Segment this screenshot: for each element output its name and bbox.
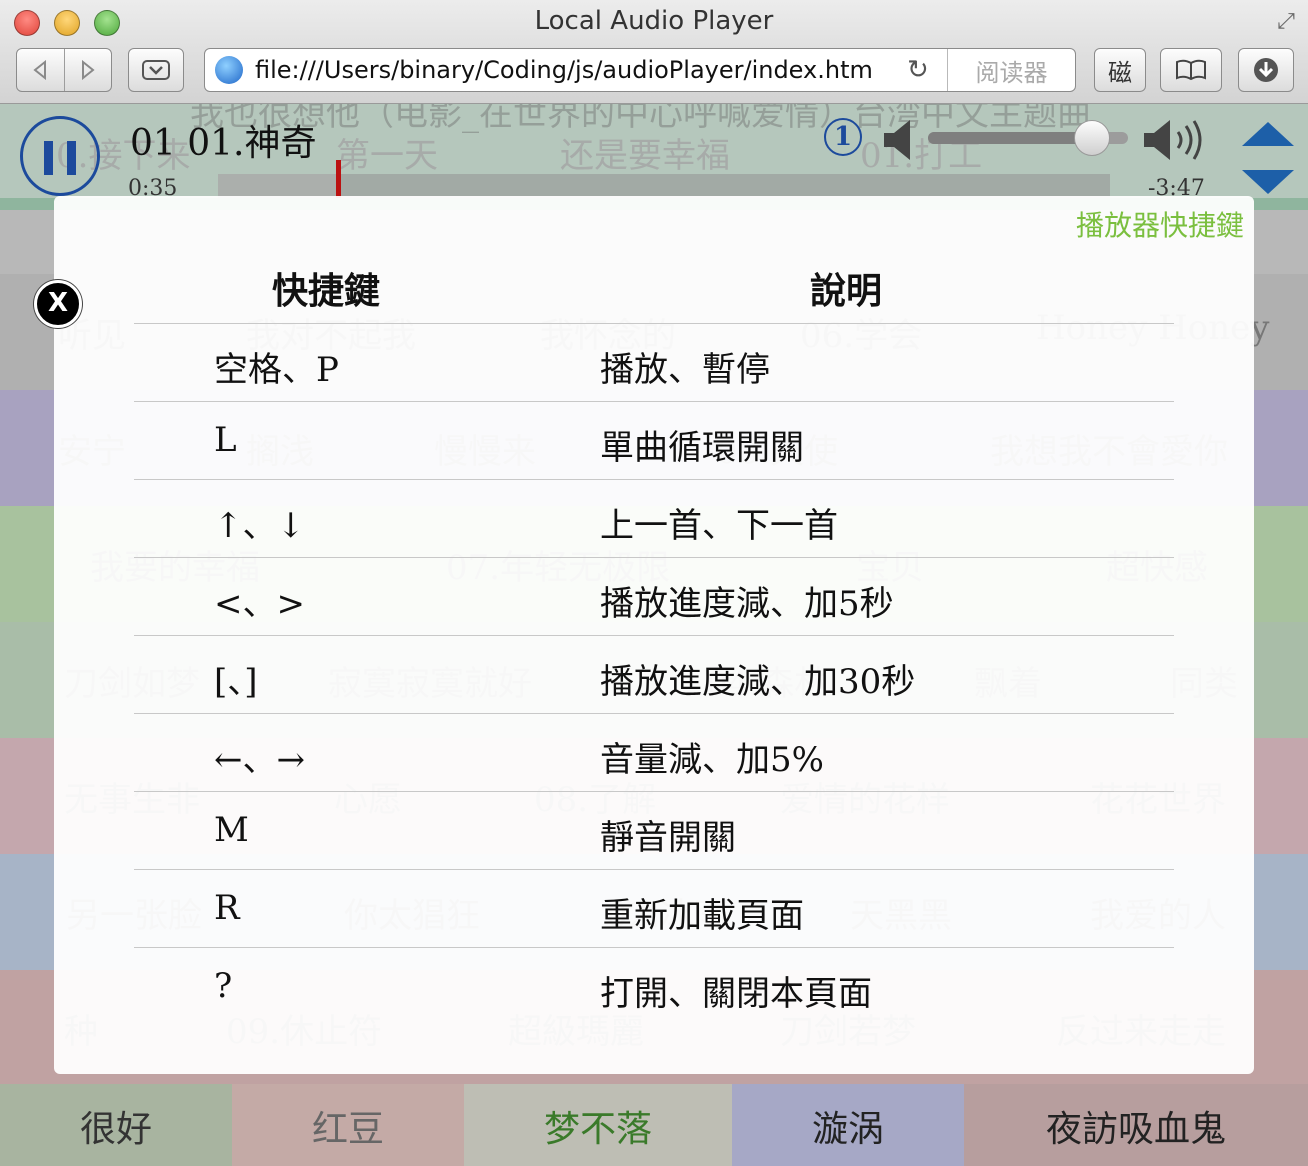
chevron-left-icon [33, 60, 47, 80]
pause-icon-bar [67, 141, 76, 175]
globe-icon [215, 56, 243, 84]
pause-button[interactable] [20, 116, 100, 196]
shortcut-description: 播放進度減、加30秒 [600, 662, 916, 702]
volume-knob[interactable] [1074, 120, 1110, 156]
shortcut-key: ↑、↓ [214, 506, 305, 546]
loop-one-toggle[interactable]: 1 [824, 118, 862, 156]
previous-track-arrow-icon[interactable] [1242, 122, 1294, 146]
shortcut-row: R 重新加載頁面 [134, 870, 1174, 948]
shortcut-row: ? 打開、關閉本頁面 [134, 948, 1174, 1026]
book-icon [1176, 59, 1206, 81]
song-tile[interactable]: 漩涡 [732, 1084, 964, 1166]
window-title: Local Audio Player [534, 6, 774, 36]
song-tile[interactable]: 红豆 [232, 1084, 464, 1166]
track-title: 01 01.神奇 [130, 123, 317, 164]
download-icon [1254, 58, 1278, 82]
shortcut-key: ? [214, 966, 233, 1006]
forward-button[interactable] [64, 49, 111, 91]
shortcut-row: [、] 播放進度減、加30秒 [134, 636, 1174, 714]
song-tile[interactable]: 夜訪吸血鬼 [964, 1084, 1308, 1166]
shortcut-key: 空格、P [214, 350, 339, 390]
shortcut-description: 靜音開關 [600, 818, 736, 858]
shortcut-row: M 靜音開關 [134, 792, 1174, 870]
progress-marker[interactable] [336, 160, 342, 198]
url-text[interactable]: file:///Users/binary/Coding/js/audioPlay… [255, 56, 873, 84]
shortcut-key: [、] [214, 662, 258, 702]
description-column-header: 說明 [810, 270, 883, 312]
volume-slider[interactable] [928, 120, 1128, 156]
volume-mute-icon[interactable] [882, 118, 918, 162]
table-header: 快捷鍵 說明 [134, 240, 1174, 324]
progress-fill [218, 174, 339, 198]
progress-bar[interactable] [218, 160, 1110, 198]
volume-fill [928, 132, 1092, 144]
shortcut-row: ↑、↓ 上一首、下一首 [134, 480, 1174, 558]
shortcut-row: <、> 播放進度減、加5秒 [134, 558, 1174, 636]
nav-buttons [16, 48, 112, 92]
tray-icon [142, 60, 170, 80]
extension-button[interactable]: 磁 [1094, 48, 1146, 92]
key-column-header: 快捷鍵 [272, 270, 381, 312]
reload-icon[interactable]: ↻ [907, 55, 929, 85]
share-button[interactable] [128, 48, 184, 92]
chevron-right-icon [81, 60, 95, 80]
shortcut-key: R [214, 888, 240, 928]
shortcut-description: 播放進度減、加5秒 [600, 584, 894, 624]
shortcuts-dialog: 播放器快捷鍵 快捷鍵 說明 空格、P 播放、暫停 L 單曲循環開關 ↑、↓ 上一首、下一首… [54, 196, 1254, 1074]
shortcut-description: 單曲循環開關 [600, 428, 804, 468]
shortcut-key: L [214, 420, 237, 460]
shortcut-row: L 單曲循環開關 [134, 402, 1174, 480]
shortcut-row: ←、→ 音量減、加5% [134, 714, 1174, 792]
address-bar[interactable]: file:///Users/binary/Coding/js/audioPlay… [204, 48, 1076, 92]
player-page: 0.接下来第一天还是要幸福01.打工听见我对不起我我怀念的06.学会Honey … [0, 104, 1308, 1166]
shortcuts-table: 快捷鍵 說明 空格、P 播放、暫停 L 單曲循環開關 ↑、↓ 上一首、下一首 <、> 播放進度… [134, 240, 1174, 1026]
player-bar: 我也很想他（电影_在世界的中心呼喊爱情）台湾中文主题曲 01 01.神奇 0:3… [0, 104, 1308, 201]
background-track-title: 我也很想他（电影_在世界的中心呼喊爱情）台湾中文主题曲 [190, 104, 1091, 134]
song-tile[interactable]: 梦不落 [464, 1084, 732, 1166]
shortcut-row: 空格、P 播放、暫停 [134, 324, 1174, 402]
next-track-arrow-icon[interactable] [1242, 170, 1294, 194]
shortcut-description: 音量減、加5% [600, 740, 824, 780]
song-tile[interactable]: 很好 [0, 1084, 232, 1166]
shortcut-description: 上一首、下一首 [600, 506, 838, 546]
downloads-button[interactable] [1238, 48, 1294, 92]
close-dialog-button[interactable]: X [34, 280, 82, 328]
shortcut-description: 播放、暫停 [600, 350, 770, 390]
shortcut-description: 打開、關閉本頁面 [600, 974, 872, 1014]
pause-icon [44, 141, 53, 175]
fullscreen-icon[interactable]: ⤢ [1272, 8, 1300, 36]
back-button[interactable] [17, 49, 64, 91]
shortcut-key: <、> [214, 584, 305, 624]
reading-list-button[interactable] [1160, 48, 1222, 92]
dialog-heading: 播放器快捷鍵 [1075, 209, 1244, 242]
shortcut-description: 重新加載頁面 [600, 896, 804, 936]
bottom-song-row: 很好 红豆 梦不落 漩涡 夜訪吸血鬼 [0, 1084, 1308, 1166]
shortcut-key: M [214, 810, 249, 850]
shortcut-key: ←、→ [214, 740, 305, 780]
window-titlebar: Local Audio Player ⤢ file:///Users/binar… [0, 0, 1308, 104]
volume-max-icon[interactable] [1142, 118, 1206, 162]
reader-button[interactable]: 阅读器 [947, 49, 1075, 91]
